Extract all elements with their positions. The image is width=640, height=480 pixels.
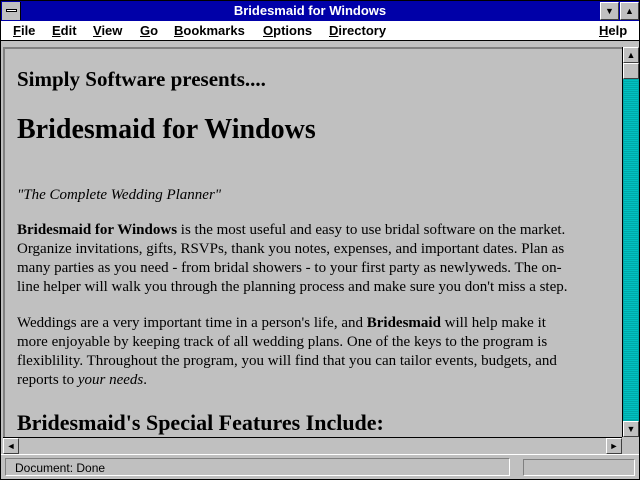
- arrow-up-icon: ▲: [626, 50, 636, 60]
- presenter-heading: Simply Software presents....: [17, 67, 266, 91]
- page-content: Simply Software presents.... Bridesmaid …: [17, 67, 577, 436]
- scrollbar-corner: [622, 437, 639, 453]
- status-text: Document: Done: [5, 458, 510, 476]
- menu-edit[interactable]: Edit: [52, 21, 77, 41]
- tagline: "The Complete Wedding Planner": [17, 187, 222, 203]
- menu-file[interactable]: File: [13, 21, 35, 41]
- system-menu-button[interactable]: [2, 2, 21, 20]
- your-needs-italic: your needs: [77, 372, 144, 388]
- menu-bookmarks[interactable]: Bookmarks: [174, 21, 245, 41]
- bridesmaid-bold: Bridesmaid: [366, 315, 441, 331]
- menu-view[interactable]: View: [93, 21, 122, 41]
- system-menu-icon: [6, 9, 17, 12]
- second-paragraph: Weddings are a very important time in a …: [17, 314, 577, 390]
- product-name-bold: Bridesmaid for Windows: [17, 222, 178, 238]
- page-content-area[interactable]: Simply Software presents.... Bridesmaid …: [3, 47, 623, 437]
- menu-help[interactable]: Help: [599, 21, 627, 41]
- maximize-button[interactable]: ▲: [620, 2, 639, 20]
- vertical-scrollbar[interactable]: ▲ ▼: [622, 47, 639, 437]
- menu-directory[interactable]: Directory: [329, 21, 386, 41]
- triangle-up-icon: ▲: [625, 6, 634, 16]
- scroll-left-button[interactable]: ◄: [3, 438, 19, 454]
- triangle-down-icon: ▼: [605, 6, 614, 16]
- menu-bar: File Edit View Go Bookmarks Options Dire…: [1, 21, 639, 41]
- menu-options[interactable]: Options: [263, 21, 312, 41]
- vertical-scroll-track[interactable]: [624, 64, 638, 419]
- scroll-down-button[interactable]: ▼: [623, 421, 639, 437]
- features-heading: Bridesmaid's Special Features Include:: [17, 410, 384, 435]
- horizontal-scrollbar[interactable]: ◄ ►: [3, 437, 622, 454]
- page-title: Bridesmaid for Windows: [17, 114, 316, 145]
- status-bar: Document: Done: [1, 454, 639, 479]
- scroll-up-button[interactable]: ▲: [623, 47, 639, 63]
- vertical-scroll-thumb[interactable]: [623, 63, 639, 79]
- second-text-start: Weddings are a very important time in a …: [17, 315, 367, 331]
- second-text-end: .: [143, 372, 147, 388]
- scroll-right-button[interactable]: ►: [606, 438, 622, 454]
- title-bar[interactable]: Bridesmaid for Windows ▼ ▲: [1, 1, 639, 21]
- minimize-button[interactable]: ▼: [600, 2, 619, 20]
- horizontal-scroll-track[interactable]: [19, 438, 606, 453]
- menu-go[interactable]: Go: [140, 21, 158, 41]
- arrow-left-icon: ◄: [6, 441, 16, 451]
- window-title: Bridesmaid for Windows: [233, 3, 387, 18]
- arrow-right-icon: ►: [609, 441, 619, 451]
- browser-window: Bridesmaid for Windows ▼ ▲ File Edit Vie…: [0, 0, 640, 480]
- progress-indicator: [523, 459, 635, 476]
- intro-paragraph: Bridesmaid for Windows is the most usefu…: [17, 221, 577, 297]
- arrow-down-icon: ▼: [626, 424, 636, 434]
